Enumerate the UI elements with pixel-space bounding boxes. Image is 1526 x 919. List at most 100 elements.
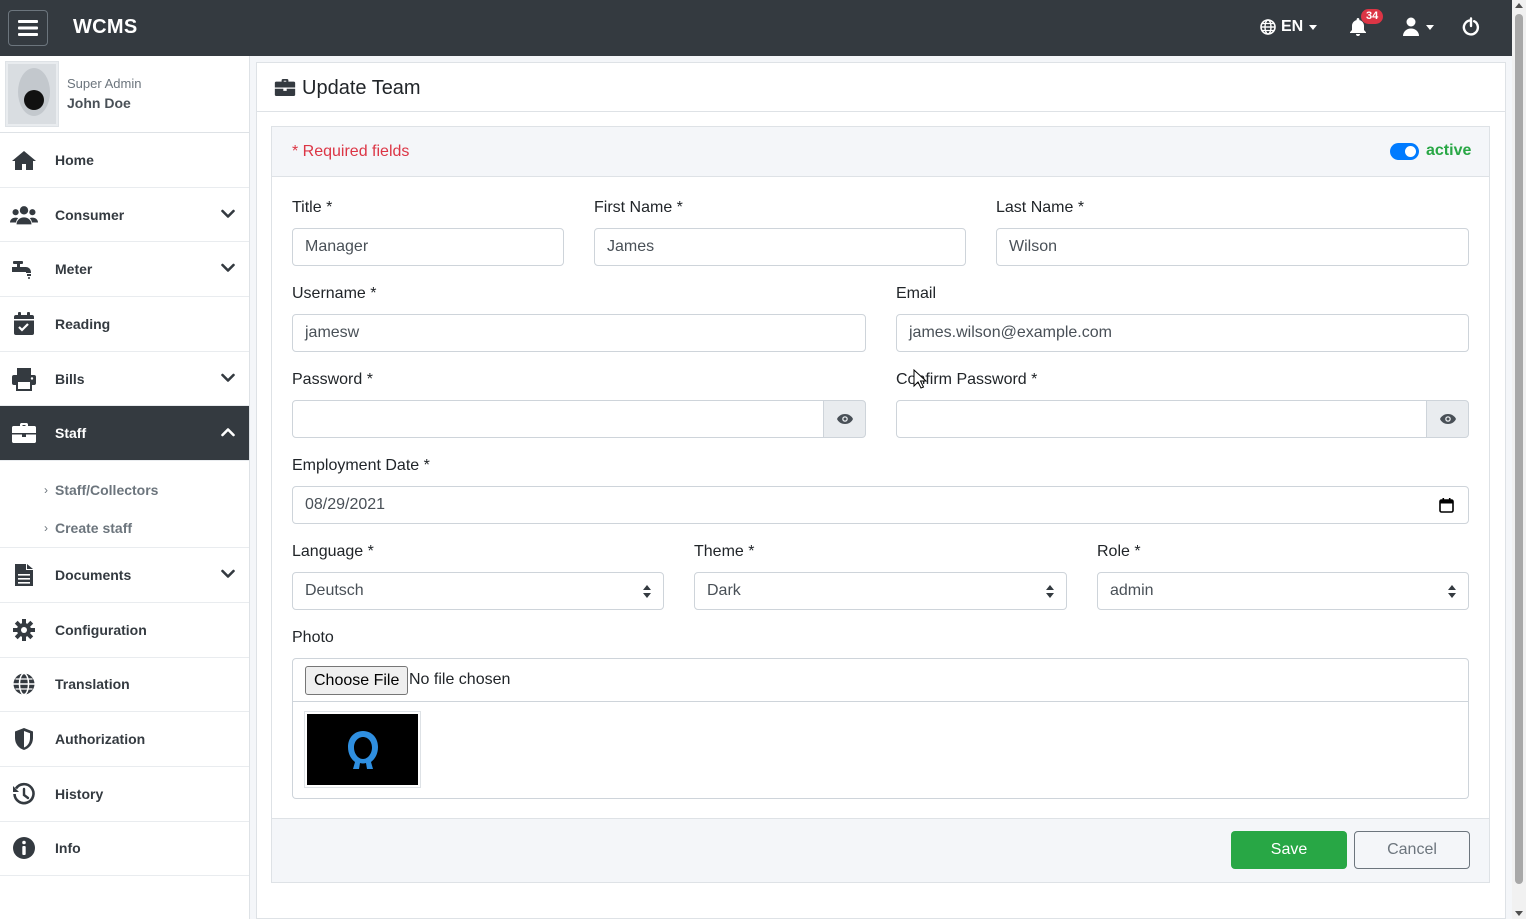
form-footer: Save Cancel — [272, 818, 1489, 882]
email-input[interactable]: james.wilson@example.com — [896, 314, 1469, 352]
language-code: EN — [1281, 18, 1304, 35]
choose-file-button[interactable]: Choose File — [305, 666, 409, 695]
form-header: * Required fields active — [272, 127, 1489, 177]
sidebar-item-translation[interactable]: Translation — [0, 658, 249, 713]
info-icon — [10, 834, 38, 862]
top-navbar: WCMS EN 34 — [0, 0, 1512, 56]
sidebar-item-info[interactable]: Info — [0, 822, 249, 877]
toggle-password-visibility-button[interactable] — [823, 400, 866, 438]
sidebar-item-label: Documents — [55, 566, 132, 583]
password-label: Password * — [292, 371, 373, 388]
language-label: Language * — [292, 543, 374, 560]
title-label: Title * — [292, 199, 333, 216]
photo-file-input[interactable]: Choose File No file chosen — [292, 658, 1469, 702]
eye-icon — [836, 414, 853, 424]
sidebar-item-label: Translation — [55, 676, 130, 693]
save-button[interactable]: Save — [1231, 831, 1347, 869]
staff-submenu: › Staff/Collectors › Create staff — [0, 461, 249, 549]
file-icon — [10, 561, 38, 589]
sidebar-item-label: History — [55, 785, 104, 802]
last-name-input[interactable]: Wilson — [996, 228, 1469, 266]
sidebar-item-label: Reading — [55, 315, 111, 332]
role-select[interactable]: admin — [1097, 572, 1469, 610]
first-name-label: First Name * — [594, 199, 683, 216]
language-select[interactable]: Deutsch — [292, 572, 664, 610]
first-name-input[interactable]: James — [594, 228, 966, 266]
email-label: Email — [896, 285, 937, 302]
gear-icon — [10, 616, 38, 644]
language-dropdown[interactable]: EN — [1260, 18, 1318, 36]
cancel-button[interactable]: Cancel — [1354, 831, 1470, 869]
sidebar-item-label: Home — [55, 151, 94, 168]
notification-count-badge: 34 — [1361, 9, 1384, 24]
select-arrows-icon — [1046, 585, 1054, 603]
sidebar-item-staff[interactable]: Staff — [0, 406, 249, 462]
submenu-item-label: Staff/Collectors — [55, 482, 159, 499]
title-input[interactable]: Manager — [292, 228, 564, 266]
user-icon — [1403, 17, 1419, 36]
globe-icon — [10, 670, 38, 698]
active-toggle[interactable] — [1390, 143, 1419, 160]
sidebar-nav: Home Consumer Meter Reading Bills Staff — [0, 133, 249, 462]
sidebar-item-configuration[interactable]: Configuration — [0, 603, 249, 658]
calendar-icon[interactable] — [1439, 498, 1454, 518]
avatar-image-icon — [8, 64, 56, 124]
printer-icon — [10, 365, 38, 393]
brand-name[interactable]: WCMS — [73, 16, 138, 39]
user-menu-dropdown[interactable] — [1402, 17, 1434, 37]
sidebar-item-home[interactable]: Home — [0, 133, 249, 188]
toggle-confirm-password-visibility-button[interactable] — [1426, 400, 1469, 438]
shield-icon — [10, 725, 38, 753]
sidebar-item-history[interactable]: History — [0, 767, 249, 822]
sidebar-item-authorization[interactable]: Authorization — [0, 712, 249, 767]
page-scrollbar[interactable] — [1512, 0, 1526, 919]
submenu-item-staff-collectors[interactable]: › Staff/Collectors — [0, 476, 249, 514]
sidebar-item-label: Bills — [55, 370, 85, 387]
no-file-chosen-text: No file chosen — [409, 671, 511, 688]
page-title: Update Team — [302, 77, 421, 99]
scroll-up-arrow-icon[interactable] — [1515, 3, 1523, 8]
sidebar-item-reading[interactable]: Reading — [0, 297, 249, 352]
employment-date-value: 08/29/2021 — [305, 496, 386, 513]
caret-down-icon — [1426, 24, 1434, 30]
username-input[interactable]: jamesw — [292, 314, 866, 352]
user-name: John Doe — [67, 95, 131, 111]
sidebar-item-bills[interactable]: Bills — [0, 352, 249, 407]
submenu-item-create-staff[interactable]: › Create staff — [0, 514, 249, 552]
sidebar-item-label: Authorization — [55, 731, 146, 748]
chevron-up-icon — [221, 424, 235, 442]
select-arrows-icon — [1448, 585, 1456, 603]
submenu-item-label: Create staff — [55, 520, 133, 537]
avatar[interactable] — [5, 61, 59, 127]
theme-select[interactable]: Dark — [694, 572, 1067, 610]
chevron-down-icon — [221, 206, 235, 224]
briefcase-icon — [274, 78, 296, 102]
select-arrows-icon — [643, 585, 651, 603]
password-input[interactable] — [292, 400, 824, 438]
scrollbar-thumb[interactable] — [1515, 14, 1523, 884]
sidebar-item-label: Staff — [55, 425, 87, 442]
active-toggle-label[interactable]: active — [1426, 142, 1471, 160]
scroll-down-arrow-icon[interactable] — [1515, 911, 1523, 916]
employment-date-label: Employment Date * — [292, 457, 430, 474]
chevron-right-icon: › — [44, 483, 48, 498]
sidebar-item-consumer[interactable]: Consumer — [0, 188, 249, 243]
globe-icon — [1260, 19, 1276, 35]
hamburger-menu-button[interactable] — [8, 10, 48, 46]
chevron-down-icon — [221, 566, 235, 584]
user-silhouette-icon — [347, 730, 378, 769]
sidebar-item-documents[interactable]: Documents — [0, 548, 249, 603]
eye-icon — [1439, 414, 1456, 424]
faucet-icon — [10, 255, 38, 283]
power-icon — [1462, 17, 1480, 36]
notifications-button[interactable]: 34 — [1349, 9, 1384, 37]
logout-button[interactable] — [1462, 17, 1480, 37]
mouse-cursor-icon — [913, 369, 927, 389]
chevron-down-icon — [221, 260, 235, 278]
sidebar-item-label: Info — [55, 840, 81, 857]
photo-preview-container — [292, 701, 1469, 799]
employment-date-input[interactable]: 08/29/2021 — [292, 486, 1469, 524]
sidebar-item-meter[interactable]: Meter — [0, 242, 249, 298]
history-icon — [10, 780, 38, 808]
confirm-password-input[interactable] — [896, 400, 1427, 438]
